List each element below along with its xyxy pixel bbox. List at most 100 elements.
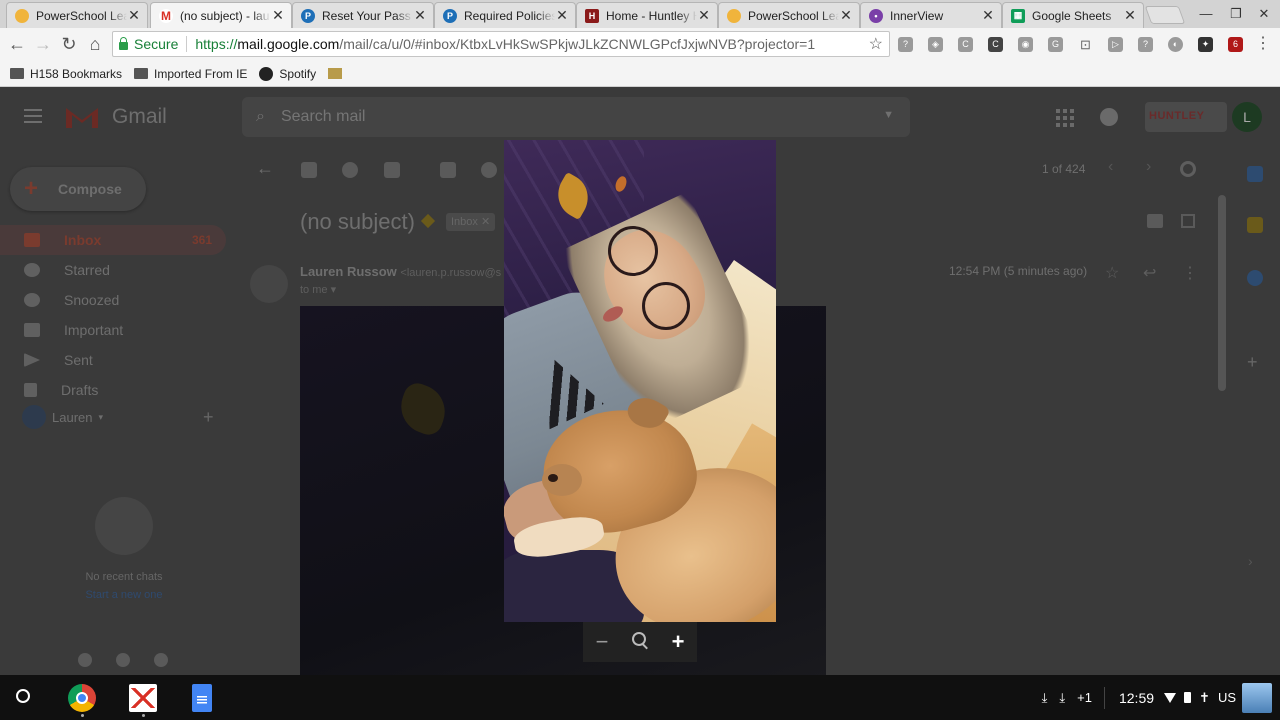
cast-icon[interactable]: ⊡: [1078, 37, 1093, 52]
tab-powerschool-1[interactable]: PowerSchool Lea ✕: [6, 2, 148, 28]
sidebar-item-snoozed[interactable]: Snoozed: [0, 285, 226, 315]
zoom-out-button[interactable]: −: [588, 631, 616, 653]
tab-gmail[interactable]: M (no subject) - lau ✕: [150, 2, 292, 28]
gmail-icon[interactable]: [129, 684, 157, 712]
newer-icon[interactable]: ‹: [1108, 158, 1113, 176]
zoom-reset-button[interactable]: [626, 631, 654, 653]
add-addon-icon[interactable]: +: [1247, 353, 1263, 371]
mark-unread-icon[interactable]: [440, 162, 456, 178]
back-icon[interactable]: ←: [6, 33, 28, 55]
reload-icon[interactable]: ↻: [58, 33, 80, 55]
chrome-icon[interactable]: [68, 684, 96, 712]
hangouts-user[interactable]: Lauren ▾: [22, 405, 103, 429]
image-viewer-photo[interactable]: [504, 140, 776, 622]
bookmark-star-icon[interactable]: ☆: [869, 34, 883, 54]
zoom-in-button[interactable]: +: [664, 631, 692, 653]
notifications-icon[interactable]: [1100, 108, 1118, 126]
close-tab-icon[interactable]: ✕: [271, 7, 285, 24]
next-image-icon[interactable]: ›: [1248, 553, 1253, 569]
close-tab-icon[interactable]: ✕: [697, 7, 711, 24]
star-icon[interactable]: ☆: [1105, 263, 1119, 283]
search-icon[interactable]: ⌕: [256, 108, 265, 126]
recipient-line[interactable]: to me ▾: [300, 283, 336, 296]
keep-icon[interactable]: [1247, 217, 1263, 233]
close-tab-icon[interactable]: ✕: [413, 7, 427, 24]
address-bar[interactable]: Secure https://mail.google.com/mail/ca/u…: [112, 31, 890, 57]
pager-text: 1 of 424: [1042, 162, 1086, 176]
hangouts-icon[interactable]: [116, 653, 130, 667]
snooze-icon[interactable]: [481, 162, 497, 178]
tab-powerschool-2[interactable]: PowerSchool Lea ✕: [718, 2, 860, 28]
search-box[interactable]: ⌕ ▼: [242, 97, 910, 137]
bookmark-imported-ie[interactable]: Imported From IE: [134, 67, 247, 81]
menu-kebab-icon[interactable]: ⋮: [1252, 33, 1274, 55]
sidebar-item-starred[interactable]: Starred: [0, 255, 226, 285]
close-tab-icon[interactable]: ✕: [839, 7, 853, 24]
sidebar-item-important[interactable]: Important: [0, 315, 226, 345]
inbox-label-chip[interactable]: Inbox ✕: [446, 213, 496, 231]
delete-icon[interactable]: [384, 162, 400, 178]
bookmark-spotify[interactable]: Spotify: [259, 66, 316, 81]
calendar-icon[interactable]: [1247, 166, 1263, 182]
docs-icon[interactable]: [192, 684, 212, 712]
close-tab-icon[interactable]: ✕: [1123, 7, 1137, 24]
label-chip-text: Inbox: [451, 216, 478, 228]
extension-badge-icon[interactable]: 6: [1228, 37, 1243, 52]
reply-icon[interactable]: ↩: [1143, 263, 1156, 283]
extension-icon[interactable]: ?: [1138, 37, 1153, 52]
status-tray[interactable]: ⤓ ⤓ +1 12:59 ✝ US: [1042, 675, 1280, 720]
extension-icon[interactable]: C: [958, 37, 973, 52]
url-text[interactable]: https://mail.google.com/mail/ca/u/0/#inb…: [195, 36, 815, 52]
sidebar-item-inbox[interactable]: Inbox 361: [0, 225, 226, 255]
phone-icon[interactable]: [154, 653, 168, 667]
extension-icon[interactable]: ◈: [928, 37, 943, 52]
new-tab-button[interactable]: [1144, 6, 1186, 24]
apps-grid-icon[interactable]: [1056, 109, 1074, 127]
bookmark-flag[interactable]: [328, 68, 348, 79]
settings-gear-icon[interactable]: [1180, 161, 1196, 177]
compose-button[interactable]: + Compose: [10, 167, 146, 211]
search-input[interactable]: [280, 108, 841, 126]
archive-icon[interactable]: [301, 162, 317, 178]
main-menu-icon[interactable]: [24, 109, 42, 127]
extension-icon[interactable]: G: [1048, 37, 1063, 52]
extension-icon[interactable]: ◐: [1168, 37, 1183, 52]
powerschool-icon: [15, 8, 29, 23]
tab-innerview[interactable]: • InnerView ✕: [860, 2, 1002, 28]
back-to-inbox-icon[interactable]: ←: [256, 158, 274, 179]
important-marker-icon[interactable]: [420, 213, 436, 229]
older-icon[interactable]: ›: [1146, 158, 1151, 176]
extension-icon[interactable]: ?: [898, 37, 913, 52]
search-options-icon[interactable]: ▼: [883, 109, 894, 121]
tab-reset-password[interactable]: P Reset Your Pass ✕: [292, 2, 434, 28]
home-icon[interactable]: ⌂: [84, 33, 106, 55]
minimize-icon[interactable]: —: [1196, 6, 1216, 21]
restore-icon[interactable]: ❐: [1226, 6, 1246, 22]
tab-google-sheets[interactable]: ▦ Google Sheets ✕: [1002, 2, 1144, 28]
extension-icon[interactable]: C: [988, 37, 1003, 52]
extension-icon[interactable]: ◉: [1018, 37, 1033, 52]
close-tab-icon[interactable]: ✕: [981, 7, 995, 24]
start-new-chat-link[interactable]: Start a new one: [0, 589, 248, 601]
report-spam-icon[interactable]: [342, 162, 358, 178]
extension-icon[interactable]: ▷: [1108, 37, 1123, 52]
sidebar-item-sent[interactable]: Sent: [0, 345, 226, 375]
print-icon[interactable]: [1147, 214, 1163, 228]
app-title: Gmail: [112, 105, 167, 128]
launcher-icon[interactable]: [16, 689, 30, 703]
extension-icon[interactable]: ✦: [1198, 37, 1213, 52]
sidebar-item-drafts[interactable]: Drafts: [0, 375, 226, 405]
tasks-icon[interactable]: [1247, 270, 1263, 286]
close-tab-icon[interactable]: ✕: [127, 7, 141, 24]
tab-huntley-home[interactable]: H Home - Huntley H ✕: [576, 2, 718, 28]
more-icon[interactable]: ⋮: [1182, 263, 1198, 283]
tab-required-policies[interactable]: P Required Policies ✕: [434, 2, 576, 28]
contacts-icon[interactable]: [78, 653, 92, 667]
bookmark-h158[interactable]: H158 Bookmarks: [10, 67, 122, 81]
add-chat-icon[interactable]: +: [203, 407, 214, 428]
scrollbar[interactable]: [1218, 195, 1226, 391]
close-window-icon[interactable]: ✕: [1254, 6, 1274, 22]
forward-icon[interactable]: →: [32, 33, 54, 55]
close-tab-icon[interactable]: ✕: [555, 7, 569, 24]
open-new-window-icon[interactable]: [1181, 214, 1195, 228]
